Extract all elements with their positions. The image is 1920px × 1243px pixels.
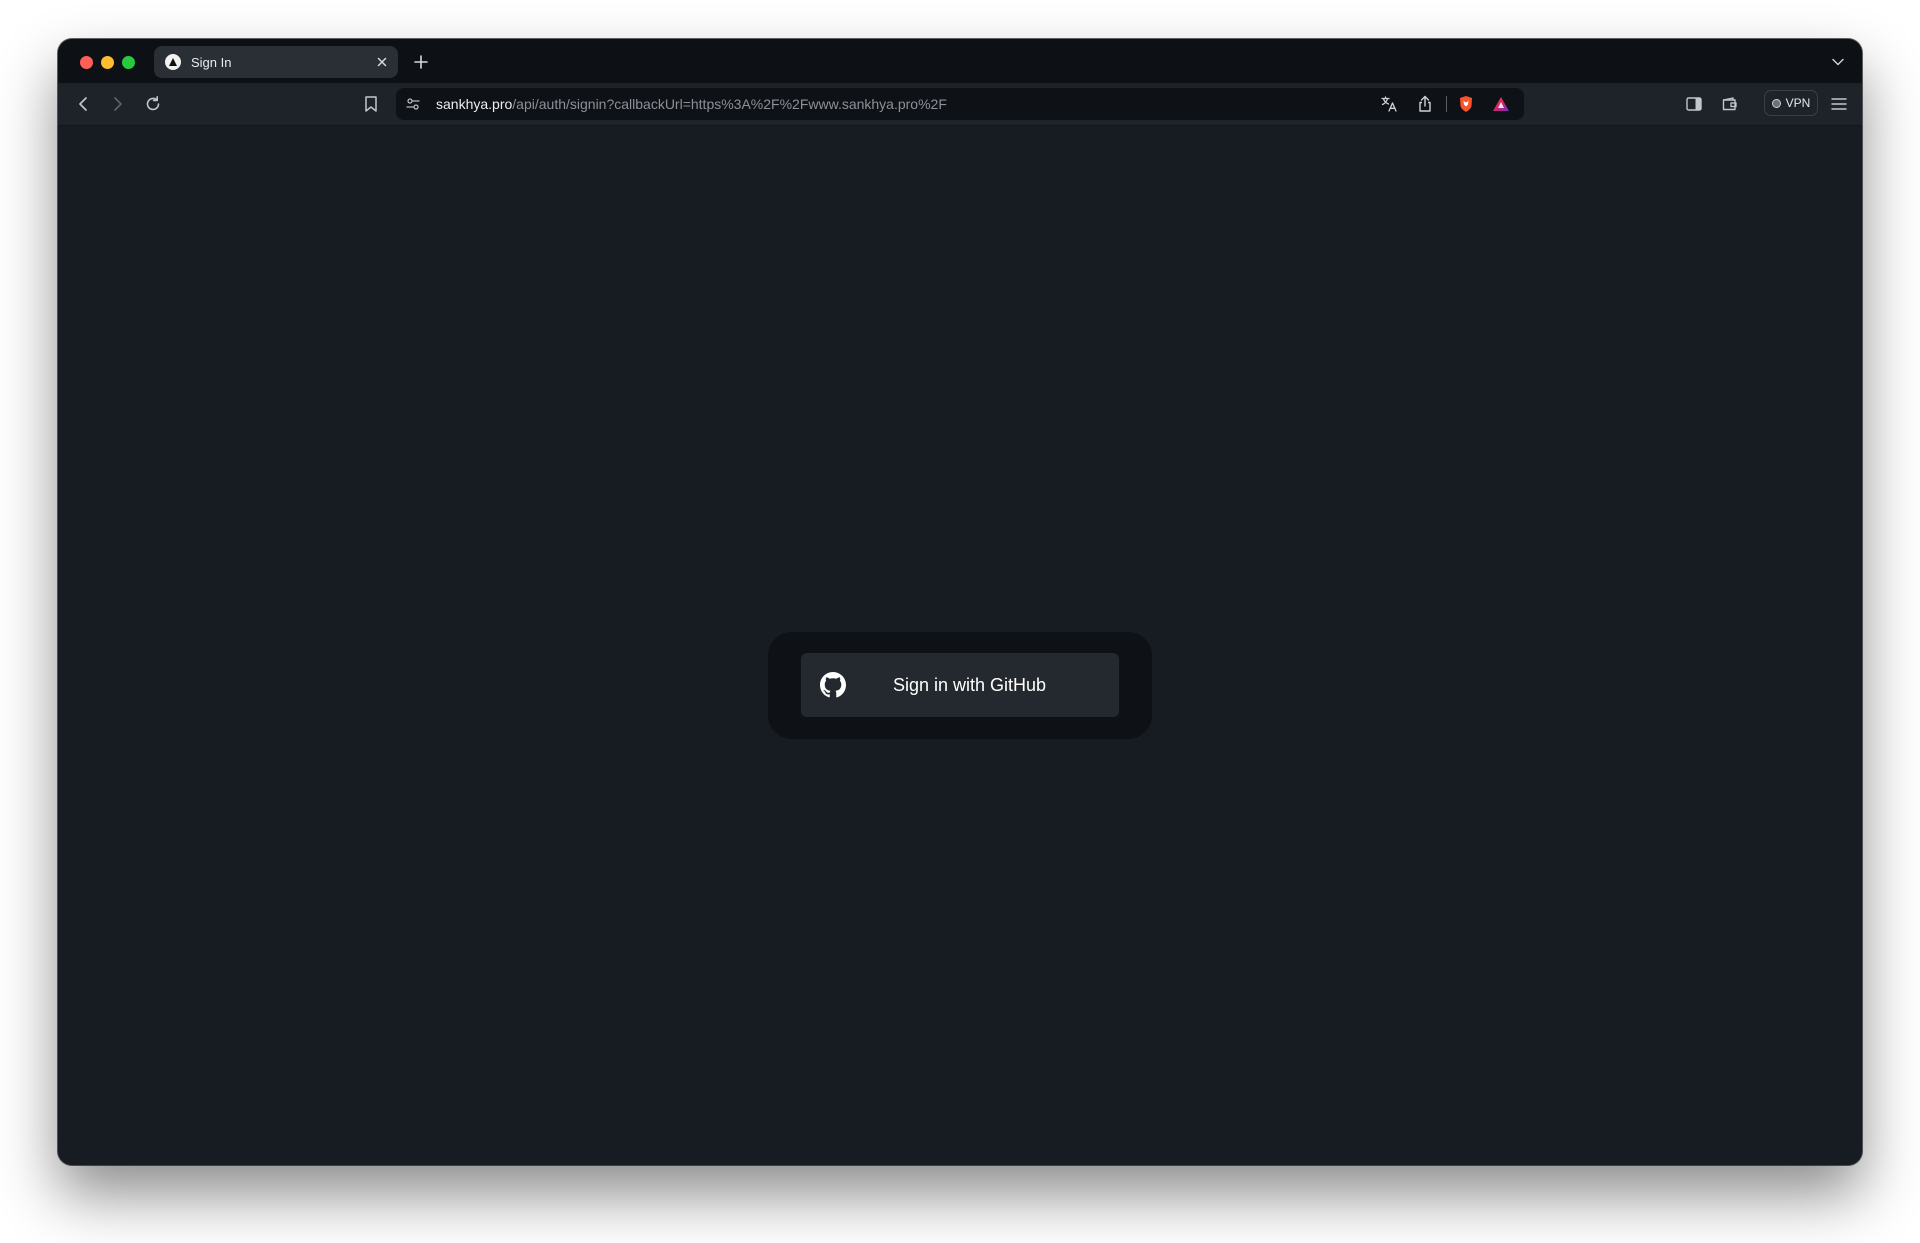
url-path: /api/auth/signin?callbackUrl=https%3A%2F… bbox=[512, 96, 947, 112]
vpn-status-icon bbox=[1771, 98, 1781, 108]
vpn-label: VPN bbox=[1785, 96, 1811, 110]
plus-icon[interactable] bbox=[412, 53, 430, 71]
reload-icon[interactable] bbox=[142, 93, 164, 115]
triangle-logo-icon bbox=[165, 54, 181, 70]
brave-rewards-icon[interactable] bbox=[1492, 95, 1510, 113]
address-bar[interactable]: sankhya.pro/api/auth/signin?callbackUrl=… bbox=[396, 88, 1524, 120]
sidebar-icon[interactable] bbox=[1683, 93, 1705, 115]
browser-window: Sign In sankhya.pro/api/auth/signin?call… bbox=[58, 39, 1862, 1165]
close-window-button[interactable] bbox=[80, 56, 93, 69]
maximize-window-button[interactable] bbox=[122, 56, 135, 69]
tab-sign-in[interactable]: Sign In bbox=[154, 46, 398, 78]
share-icon[interactable] bbox=[1416, 95, 1434, 113]
translate-icon[interactable] bbox=[1380, 95, 1398, 113]
page-content: Sign in with GitHub bbox=[58, 126, 1862, 1165]
chevron-left-icon[interactable] bbox=[72, 93, 94, 115]
minimize-window-button[interactable] bbox=[101, 56, 114, 69]
wallet-icon[interactable] bbox=[1719, 93, 1741, 115]
signin-card: Sign in with GitHub bbox=[768, 632, 1152, 739]
sign-in-with-github-button[interactable]: Sign in with GitHub bbox=[801, 653, 1119, 717]
github-icon bbox=[820, 672, 846, 698]
close-icon[interactable] bbox=[374, 54, 390, 70]
bookmark-icon[interactable] bbox=[360, 93, 382, 115]
browser-toolbar: sankhya.pro/api/auth/signin?callbackUrl=… bbox=[58, 83, 1862, 126]
url-text[interactable]: sankhya.pro/api/auth/signin?callbackUrl=… bbox=[436, 96, 947, 112]
url-host: sankhya.pro bbox=[436, 96, 513, 112]
brave-shields-icon[interactable] bbox=[1457, 95, 1475, 113]
chevron-down-icon[interactable] bbox=[1830, 54, 1846, 70]
vpn-button[interactable]: VPN bbox=[1764, 90, 1818, 116]
url-divider bbox=[1446, 96, 1447, 112]
hamburger-menu-icon[interactable] bbox=[1828, 93, 1850, 115]
chevron-right-icon[interactable] bbox=[107, 93, 129, 115]
site-settings-icon[interactable] bbox=[405, 96, 421, 112]
tab-title: Sign In bbox=[191, 54, 232, 70]
sign-in-button-label: Sign in with GitHub bbox=[892, 674, 1047, 695]
tab-strip: Sign In bbox=[58, 39, 1862, 83]
